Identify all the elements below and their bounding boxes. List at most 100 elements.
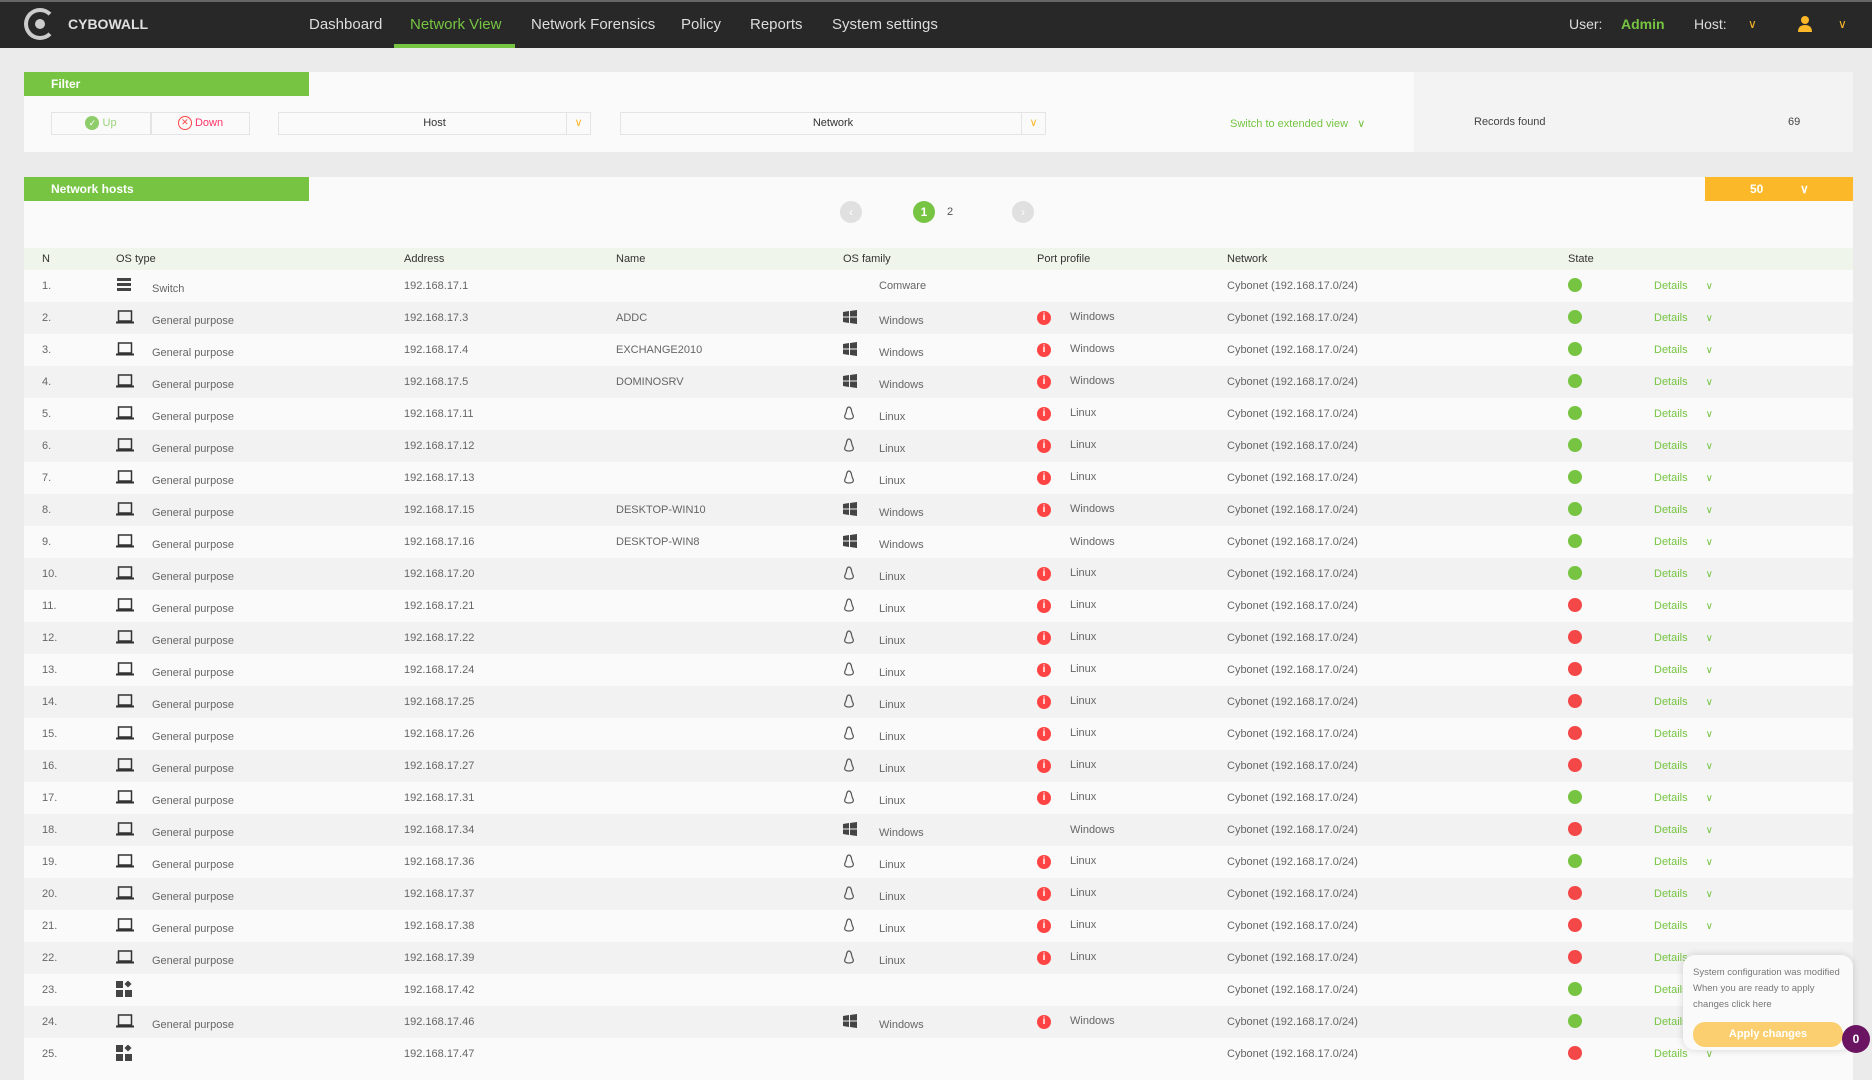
network-select[interactable]: Network ∨ [620,112,1046,135]
details-link[interactable]: Details [1654,600,1688,612]
filter-up-button[interactable]: ✓ Up [51,112,151,135]
expand-chevron-down-icon[interactable]: ∨ [1706,313,1713,324]
host-chevron-down-icon[interactable]: ∨ [1748,17,1757,31]
nav-network-view[interactable]: Network View [410,16,501,33]
table-row[interactable]: 4. General purpose 192.168.17.5 DOMINOSRV Wi… [24,366,1853,398]
page-size-select[interactable]: 50 ∨ [1705,177,1853,201]
table-row[interactable]: 25. 192.168.17.47 Cybonet (192.168.17.0/24… [24,1038,1853,1070]
details-link[interactable]: Details [1654,920,1688,932]
details-link[interactable]: Details [1654,472,1688,484]
details-link[interactable]: Details [1654,856,1688,868]
table-row[interactable]: 16. General purpose 192.168.17.27 Linux i Lin… [24,750,1853,782]
details-link[interactable]: Details [1654,504,1688,516]
info-icon[interactable]: i [1037,407,1051,421]
details-link[interactable]: Details [1654,888,1688,900]
info-icon[interactable]: i [1037,951,1051,965]
details-link[interactable]: Details [1654,792,1688,804]
table-row[interactable]: 22. General purpose 192.168.17.39 Linux i Lin… [24,942,1853,974]
table-row[interactable]: 15. General purpose 192.168.17.26 Linux i Lin… [24,718,1853,750]
expand-chevron-down-icon[interactable]: ∨ [1706,377,1713,388]
table-row[interactable]: 23. 192.168.17.42 Cybonet (192.168.17.0/24… [24,974,1853,1006]
nav-reports[interactable]: Reports [750,16,803,33]
details-link[interactable]: Details [1654,824,1688,836]
expand-chevron-down-icon[interactable]: ∨ [1706,889,1713,900]
expand-chevron-down-icon[interactable]: ∨ [1706,601,1713,612]
pending-changes-badge[interactable]: 0 [1842,1025,1870,1053]
details-link[interactable]: Details [1654,440,1688,452]
apply-changes-button[interactable]: Apply changes [1693,1022,1843,1047]
details-link[interactable]: Details [1654,568,1688,580]
table-row[interactable]: 7. General purpose 192.168.17.13 Linux i Linu… [24,462,1853,494]
info-icon[interactable]: i [1037,1015,1051,1029]
col-address[interactable]: Address [404,248,616,270]
info-icon[interactable]: i [1037,599,1051,613]
expand-chevron-down-icon[interactable]: ∨ [1706,441,1713,452]
expand-chevron-down-icon[interactable]: ∨ [1706,825,1713,836]
details-link[interactable]: Details [1654,408,1688,420]
table-row[interactable]: 6. General purpose 192.168.17.12 Linux i Linu… [24,430,1853,462]
table-row[interactable]: 18. General purpose 192.168.17.34 Windows Wi… [24,814,1853,846]
info-icon[interactable]: i [1037,375,1051,389]
details-link[interactable]: Details [1654,664,1688,676]
table-row[interactable]: 21. General purpose 192.168.17.38 Linux i Lin… [24,910,1853,942]
switch-extended-view-link[interactable]: Switch to extended view ∨ [1230,117,1365,130]
expand-chevron-down-icon[interactable]: ∨ [1706,505,1713,516]
expand-chevron-down-icon[interactable]: ∨ [1706,473,1713,484]
expand-chevron-down-icon[interactable]: ∨ [1706,665,1713,676]
expand-chevron-down-icon[interactable]: ∨ [1706,761,1713,772]
table-row[interactable]: 19. General purpose 192.168.17.36 Linux i Lin… [24,846,1853,878]
details-link[interactable]: Details [1654,312,1688,324]
details-link[interactable]: Details [1654,728,1688,740]
page-2-button[interactable]: 2 [939,201,961,223]
table-row[interactable]: 24. General purpose 192.168.17.46 Windows i W… [24,1006,1853,1038]
expand-chevron-down-icon[interactable]: ∨ [1706,921,1713,932]
info-icon[interactable]: i [1037,503,1051,517]
table-row[interactable]: 20. General purpose 192.168.17.37 Linux i Lin… [24,878,1853,910]
info-icon[interactable]: i [1037,311,1051,325]
details-link[interactable]: Details [1654,952,1688,964]
details-link[interactable]: Details [1654,1048,1688,1060]
details-link[interactable]: Details [1654,536,1688,548]
col-os-family[interactable]: OS family [843,248,1037,270]
prev-page-button[interactable]: ‹ [840,201,862,223]
table-row[interactable]: 2. General purpose 192.168.17.3 ADDC Windows… [24,302,1853,334]
info-icon[interactable]: i [1037,471,1051,485]
next-page-button[interactable]: › [1012,201,1034,223]
details-link[interactable]: Details [1654,344,1688,356]
col-name[interactable]: Name [616,248,843,270]
info-icon[interactable]: i [1037,791,1051,805]
info-icon[interactable]: i [1037,759,1051,773]
table-row[interactable]: 13. General purpose 192.168.17.24 Linux i Lin… [24,654,1853,686]
details-link[interactable]: Details [1654,280,1688,292]
user-icon[interactable] [1797,15,1813,33]
table-row[interactable]: 8. General purpose 192.168.17.15 DESKTOP-WI… [24,494,1853,526]
col-n[interactable]: N [24,248,116,270]
info-icon[interactable]: i [1037,439,1051,453]
expand-chevron-down-icon[interactable]: ∨ [1706,697,1713,708]
info-icon[interactable]: i [1037,855,1051,869]
host-select[interactable]: Host ∨ [278,112,591,135]
user-menu-chevron-down-icon[interactable]: ∨ [1838,17,1847,31]
table-row[interactable]: 14. General purpose 192.168.17.25 Linux i Lin… [24,686,1853,718]
details-link[interactable]: Details [1654,632,1688,644]
col-os-type[interactable]: OS type [116,248,404,270]
expand-chevron-down-icon[interactable]: ∨ [1706,281,1713,292]
nav-policy[interactable]: Policy [681,16,721,33]
expand-chevron-down-icon[interactable]: ∨ [1706,537,1713,548]
col-port-profile[interactable]: Port profile [1037,248,1227,270]
col-state[interactable]: State [1568,248,1654,270]
nav-network-forensics[interactable]: Network Forensics [531,16,655,33]
info-icon[interactable]: i [1037,919,1051,933]
filter-down-button[interactable]: ✕ Down [151,112,250,135]
expand-chevron-down-icon[interactable]: ∨ [1706,857,1713,868]
table-row[interactable]: 5. General purpose 192.168.17.11 Linux i Linu… [24,398,1853,430]
details-link[interactable]: Details [1654,696,1688,708]
table-row[interactable]: 17. General purpose 192.168.17.31 Linux i Lin… [24,782,1853,814]
details-link[interactable]: Details [1654,376,1688,388]
table-row[interactable]: 1. Switch 192.168.17.1 Comware Cybonet (192.… [24,270,1853,302]
expand-chevron-down-icon[interactable]: ∨ [1706,409,1713,420]
nav-dashboard[interactable]: Dashboard [309,16,382,33]
info-icon[interactable]: i [1037,887,1051,901]
page-1-button[interactable]: 1 [913,201,935,223]
nav-system-settings[interactable]: System settings [832,16,938,33]
